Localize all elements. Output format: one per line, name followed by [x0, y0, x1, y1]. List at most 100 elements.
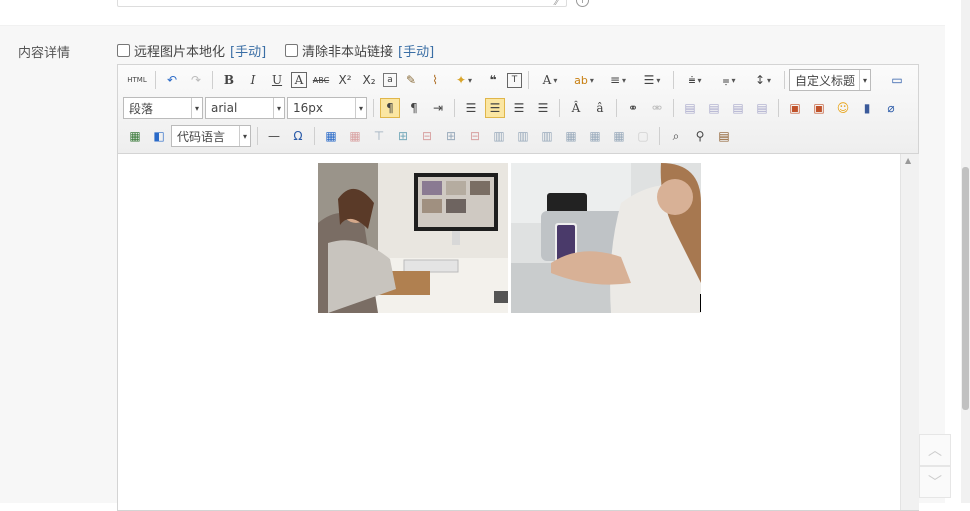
- delete-row-icon[interactable]: ⊟: [417, 126, 437, 146]
- insert-image-icon[interactable]: ▣: [785, 98, 805, 118]
- page-scrollbar-thumb[interactable]: [962, 167, 969, 410]
- subscript-icon[interactable]: X₂: [359, 70, 379, 90]
- undo-icon[interactable]: ↶: [162, 70, 182, 90]
- ordered-list-icon[interactable]: ≡: [603, 70, 633, 90]
- format-brush-icon[interactable]: ⌇: [425, 70, 445, 90]
- page-scrollbar[interactable]: [961, 0, 970, 503]
- row-spacing-bottom-icon[interactable]: ⩦: [714, 70, 744, 90]
- merge-down-icon[interactable]: ▥: [537, 126, 557, 146]
- font-family-select[interactable]: arial ▾: [205, 97, 285, 119]
- special-chars-icon[interactable]: Ω: [288, 126, 308, 146]
- image-left-icon[interactable]: ▤: [704, 98, 724, 118]
- insert-frame-icon[interactable]: ▦: [125, 126, 145, 146]
- insert-row-icon[interactable]: ⊞: [393, 126, 413, 146]
- merge-right-icon[interactable]: ▥: [513, 126, 533, 146]
- italic-icon[interactable]: I: [243, 70, 263, 90]
- split-cells-icon[interactable]: ▦: [561, 126, 581, 146]
- delete-col-icon[interactable]: ⊟: [465, 126, 485, 146]
- insert-video-icon[interactable]: ▮: [857, 98, 877, 118]
- image-none-icon[interactable]: ▤: [680, 98, 700, 118]
- code-language-select[interactable]: 代码语言 ▾: [171, 125, 251, 147]
- separator: [616, 99, 617, 117]
- fullscreen-icon[interactable]: ▭: [887, 70, 907, 90]
- chevron-down-icon: ▾: [355, 98, 366, 118]
- drafts-icon[interactable]: ▤: [714, 126, 734, 146]
- content-image[interactable]: [318, 163, 701, 313]
- editor-scrollbar[interactable]: ▲: [900, 154, 919, 510]
- redo-icon[interactable]: ↷: [186, 70, 206, 90]
- insert-code-icon[interactable]: ◧: [149, 126, 169, 146]
- paste-plain-icon[interactable]: T: [507, 72, 522, 88]
- search-replace-icon[interactable]: ⚲: [690, 126, 710, 146]
- align-center-icon[interactable]: ☰: [485, 98, 505, 118]
- rtl-direction-icon[interactable]: ¶: [404, 98, 424, 118]
- paragraph-select[interactable]: 段落 ▾: [123, 97, 203, 119]
- indent-icon[interactable]: ⇥: [428, 98, 448, 118]
- insert-para-before-table-icon[interactable]: ⊤: [369, 126, 389, 146]
- clear-links-manual-link[interactable]: [手动]: [398, 41, 434, 60]
- photo-woman-desktop: [318, 163, 508, 313]
- toolbar-row-3: ▦ ◧ 代码语言 ▾ — Ω ▦ ▦ ⊤ ⊞ ⊟ ⊞ ⊟ ▥ ▥ ▥ ▦ ▦ ▦…: [123, 123, 736, 149]
- autotypeset-icon[interactable]: a: [383, 73, 397, 87]
- merge-cells-icon[interactable]: ▥: [489, 126, 509, 146]
- split-rows-icon[interactable]: ▦: [585, 126, 605, 146]
- line-height-icon[interactable]: ↕: [748, 70, 778, 90]
- remote-images-checkbox[interactable]: [117, 43, 130, 57]
- align-left-icon[interactable]: ☰: [461, 98, 481, 118]
- link-icon[interactable]: ⚭: [623, 98, 643, 118]
- font-border-icon[interactable]: A: [291, 72, 307, 88]
- uppercase-icon[interactable]: Â: [566, 98, 586, 118]
- chart-icon[interactable]: ▢: [633, 126, 653, 146]
- unlink-icon[interactable]: ⚮: [647, 98, 667, 118]
- editor-toolbar: HTML ↶ ↷ B I U A ABC X² X₂ a ✎ ⌇ ✦ ❝ T A…: [118, 65, 918, 154]
- font-color-icon[interactable]: A: [535, 70, 565, 90]
- magic-wand-icon[interactable]: ✦: [449, 70, 479, 90]
- ltr-direction-icon[interactable]: ¶: [380, 98, 400, 118]
- blockquote-icon[interactable]: ❝: [483, 70, 503, 90]
- remote-images-option[interactable]: 远程图片本地化 [手动]: [117, 41, 266, 60]
- emotion-icon[interactable]: ☺: [833, 98, 853, 118]
- underline-icon[interactable]: U: [267, 70, 287, 90]
- text-cursor: [700, 294, 701, 312]
- separator: [784, 71, 785, 89]
- remote-images-manual-link[interactable]: [手动]: [230, 41, 266, 60]
- superscript-icon[interactable]: X²: [335, 70, 355, 90]
- bold-icon[interactable]: B: [219, 70, 239, 90]
- previous-textarea[interactable]: [117, 0, 567, 7]
- custom-title-select[interactable]: 自定义标题 ▾: [789, 69, 871, 91]
- horizontal-rule-icon[interactable]: —: [264, 126, 284, 146]
- font-size-select[interactable]: 16px ▾: [287, 97, 367, 119]
- html-source-button[interactable]: HTML: [125, 70, 149, 90]
- multi-image-icon[interactable]: ▣: [809, 98, 829, 118]
- separator: [257, 127, 258, 145]
- eraser-icon[interactable]: ✎: [401, 70, 421, 90]
- insert-col-icon[interactable]: ⊞: [441, 126, 461, 146]
- align-right-icon[interactable]: ☰: [509, 98, 529, 118]
- insert-table-icon[interactable]: ▦: [321, 126, 341, 146]
- separator: [314, 127, 315, 145]
- clear-links-label: 清除非本站链接: [302, 44, 394, 60]
- row-spacing-top-icon[interactable]: ⩧: [680, 70, 710, 90]
- clear-links-option[interactable]: 清除非本站链接 [手动]: [285, 41, 434, 60]
- align-justify-icon[interactable]: ☰: [533, 98, 553, 118]
- editor-content-area[interactable]: [118, 154, 900, 510]
- preview-icon[interactable]: ⌕: [666, 126, 686, 146]
- image-center-icon[interactable]: ▤: [752, 98, 772, 118]
- clear-links-checkbox[interactable]: [285, 43, 298, 57]
- split-cols-icon[interactable]: ▦: [609, 126, 629, 146]
- image-right-icon[interactable]: ▤: [728, 98, 748, 118]
- rich-text-editor[interactable]: HTML ↶ ↷ B I U A ABC X² X₂ a ✎ ⌇ ✦ ❝ T A…: [117, 64, 919, 511]
- scroll-to-top-button[interactable]: ︿: [919, 434, 951, 466]
- delete-table-icon[interactable]: ▦: [345, 126, 365, 146]
- separator: [673, 71, 674, 89]
- attachment-icon[interactable]: ⌀: [881, 98, 901, 118]
- scroll-up-arrow-icon[interactable]: ▲: [905, 156, 911, 165]
- lowercase-icon[interactable]: â: [590, 98, 610, 118]
- highlight-color-icon[interactable]: ab: [569, 70, 599, 90]
- strikethrough-icon[interactable]: ABC: [311, 70, 331, 90]
- resize-grip-icon[interactable]: ⁄⁄: [555, 0, 565, 8]
- separator: [454, 99, 455, 117]
- toolbar-row-2: 段落 ▾ arial ▾ 16px ▾ ¶ ¶ ⇥ ☰ ☰ ☰ ☰ Â â ⚭ …: [123, 95, 903, 121]
- unordered-list-icon[interactable]: ☰: [637, 70, 667, 90]
- scroll-to-bottom-button[interactable]: ﹀: [919, 466, 951, 498]
